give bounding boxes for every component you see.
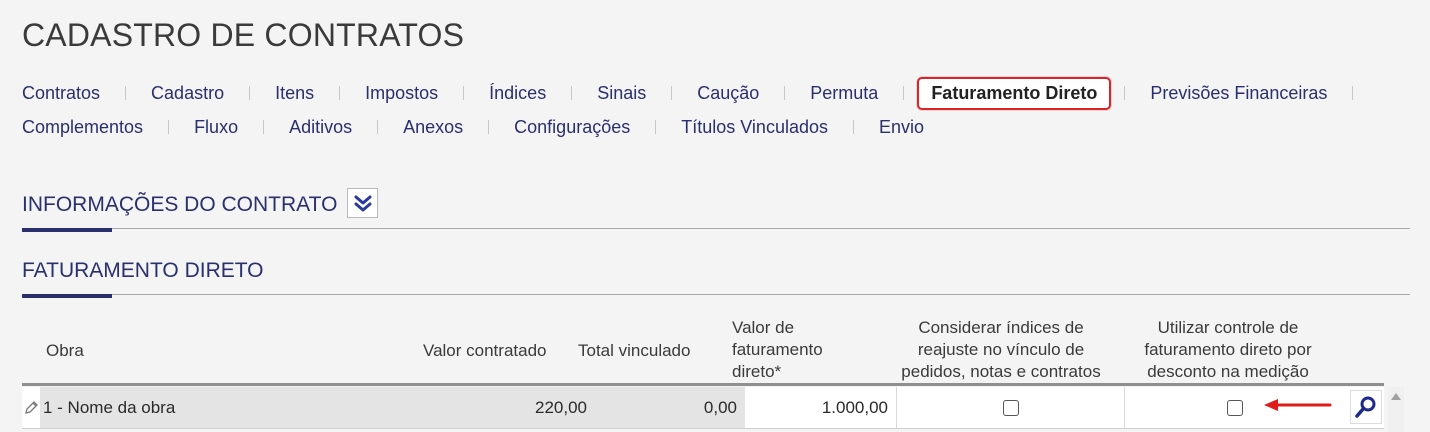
tab-navigation: Contratos Cadastro Itens Impostos Índice… (22, 76, 1422, 144)
tab-faturamento-direto[interactable]: Faturamento Direto (917, 76, 1112, 110)
header-valor-faturamento[interactable]: Valor de faturamento direto* (732, 317, 823, 383)
tab-itens[interactable]: Itens (275, 83, 314, 104)
tab-row-2: Complementos Fluxo Aditivos Anexos Confi… (22, 110, 1422, 144)
tab-contratos[interactable]: Contratos (22, 83, 100, 104)
tab-separator (339, 86, 341, 100)
double-chevron-down-icon (354, 195, 371, 212)
table-row: 1 - Nome da obra 220,00 0,00 1.000,00 (22, 387, 1384, 428)
section-title-direct-billing: FATURAMENTO DIRETO (22, 259, 264, 282)
tab-separator (463, 86, 465, 100)
header-line: direto* (732, 362, 782, 381)
tab-configuracoes[interactable]: Configurações (514, 117, 630, 138)
header-considerar-indices[interactable]: Considerar índices de reajuste no víncul… (893, 317, 1109, 383)
tab-separator (1124, 86, 1126, 100)
header-obra[interactable]: Obra (46, 340, 84, 362)
edit-cell[interactable] (22, 387, 40, 428)
red-arrow-icon (1264, 399, 1332, 411)
header-line: reajuste no vínculo de (917, 340, 1085, 359)
cell-obra[interactable]: 1 - Nome da obra (40, 387, 442, 428)
tab-cadastro[interactable]: Cadastro (151, 83, 224, 104)
tab-separator (655, 120, 657, 134)
tab-separator (671, 86, 673, 100)
table-row-bottom-border (22, 428, 1384, 429)
header-line: desconto na medição (1147, 362, 1309, 381)
tab-permuta[interactable]: Permuta (810, 83, 878, 104)
tab-envio[interactable]: Envio (879, 117, 924, 138)
tab-separator (263, 120, 265, 134)
input-valor-faturamento[interactable]: 1.000,00 (745, 387, 896, 428)
header-valor-contratado[interactable]: Valor contratado (423, 340, 546, 362)
tab-separator (571, 86, 573, 100)
section-accent-bar (22, 294, 112, 298)
tab-anexos[interactable]: Anexos (403, 117, 463, 138)
section-title-contract-info: INFORMAÇÕES DO CONTRATO (22, 193, 338, 216)
tab-previsoes-financeiras[interactable]: Previsões Financeiras (1150, 83, 1327, 104)
pencil-icon (25, 400, 38, 414)
tab-separator (784, 86, 786, 100)
tab-caucao[interactable]: Caução (697, 83, 759, 104)
section-divider (22, 294, 1410, 295)
checkbox-considerar-indices[interactable] (1002, 399, 1019, 416)
tab-separator (853, 120, 854, 134)
tab-separator (488, 120, 490, 134)
tab-separator (1352, 86, 1354, 100)
tab-indices[interactable]: Índices (489, 83, 546, 104)
tab-sinais[interactable]: Sinais (597, 83, 646, 104)
section-divider (22, 228, 1410, 229)
scroll-up-icon[interactable] (1391, 393, 1401, 400)
header-utilizar-controle[interactable]: Utilizar controle de faturamento direto … (1128, 317, 1328, 383)
checkbox-utilizar-controle[interactable] (1227, 399, 1243, 416)
tab-separator (168, 120, 170, 134)
tab-impostos[interactable]: Impostos (365, 83, 438, 104)
section-accent-bar (22, 228, 112, 232)
header-line: Utilizar controle de (1157, 318, 1299, 337)
header-line: Valor de (732, 318, 795, 337)
cell-valor-contratado: 220,00 (442, 387, 595, 428)
lookup-button[interactable] (1350, 390, 1382, 424)
expand-section-button[interactable] (347, 188, 378, 218)
tab-separator (377, 120, 379, 134)
tab-complementos[interactable]: Complementos (22, 117, 143, 138)
header-total-vinculado[interactable]: Total vinculado (578, 340, 690, 362)
search-icon (1355, 396, 1376, 418)
tab-row-1: Contratos Cadastro Itens Impostos Índice… (22, 76, 1422, 110)
tab-separator (125, 86, 127, 100)
tab-fluxo[interactable]: Fluxo (194, 117, 238, 138)
header-line: faturamento direto por (1144, 340, 1312, 359)
tab-separator (903, 86, 905, 100)
header-line: pedidos, notas e contratos (901, 362, 1101, 381)
table-header-rule (22, 383, 1384, 386)
header-line: Considerar índices de (918, 318, 1084, 337)
tab-aditivos[interactable]: Aditivos (289, 117, 352, 138)
tab-separator (249, 86, 251, 100)
page-title: CADASTRO DE CONTRATOS (22, 17, 465, 53)
cell-total-vinculado: 0,00 (595, 387, 745, 428)
cell-considerar-indices (897, 387, 1124, 428)
tab-titulos-vinculados[interactable]: Títulos Vinculados (681, 117, 828, 138)
header-line: faturamento (732, 340, 823, 359)
